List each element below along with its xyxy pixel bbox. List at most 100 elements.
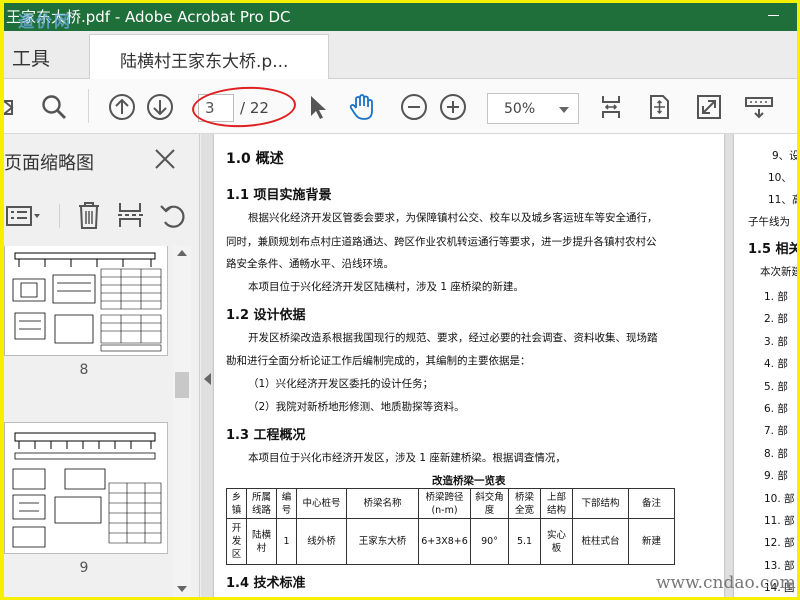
next-page-list-item: 9. 部 [764, 470, 788, 483]
next-page-list-item: 3. 部 [764, 335, 788, 348]
fit-width-icon[interactable] [596, 92, 626, 122]
next-page-list-item: 10. 部 [764, 492, 795, 505]
panel-separator [59, 204, 60, 228]
toolbar-separator [88, 89, 89, 123]
next-page-list-item: 11. 部 [764, 515, 795, 527]
next-page-list-item: 2. 部 [764, 313, 788, 326]
table-row: 开发区 陆横村 1 线外桥 王家东大桥 6+3X8+6 90° 5.1 实心板 … [226, 518, 675, 565]
pdf-page: 1.0 概述 1.1 项目实施背景 根据兴化经济开发区管委会要求，为保障镇村公交… [214, 134, 724, 597]
table-cell: 线外桥 [296, 518, 347, 565]
thumbnail-panel: 页面缩略图 8 9 [4, 134, 200, 597]
next-page-list-item: 7. 部 [764, 425, 788, 438]
options-menu-icon[interactable] [6, 202, 44, 230]
table-header-cell: 桥梁跨径(n-m) [418, 488, 471, 519]
zoom-out-icon[interactable] [399, 92, 429, 122]
table-header-cell: 中心桩号 [296, 488, 347, 519]
zoom-select[interactable]: 50% [487, 93, 579, 124]
minimize-button[interactable] [768, 15, 779, 16]
table-cell: 6+3X8+6 [418, 518, 471, 565]
pdf-page-next: 9、设 10、 11、高 子午线为 1.5 相关 本次新建 1. 部 2. 部 3.… [734, 134, 797, 597]
section-heading: 1.1 项目实施背景 [226, 188, 332, 203]
table-cell: 陆横村 [246, 518, 277, 565]
next-page-list-item: 12. 部 [764, 537, 795, 550]
table-header-cell: 桥梁名称 [346, 488, 419, 519]
next-page-item: 9、设 [772, 150, 797, 162]
next-page-list-item: 5. 部 [764, 380, 788, 393]
next-page-text: 本次新建 [760, 266, 797, 278]
next-page-item: 11、高 [768, 194, 797, 206]
zoom-value: 50% [504, 101, 536, 117]
zoom-in-icon[interactable] [438, 92, 468, 122]
paragraph-line: 本项目位于兴化经济开发区陆横村，涉及 1 座桥梁的新建。 [248, 281, 524, 293]
list-item: （1）兴化经济开发区委托的设计任务； [248, 378, 434, 390]
next-page-list-item: 4. 部 [764, 358, 788, 371]
table-title: 改造桥梁一览表 [432, 475, 506, 487]
next-page-list-item: 6. 部 [764, 403, 788, 415]
watermark-logo: 造价网 [18, 12, 73, 31]
tab-bar: 工具 陆横村王家东大桥.p... [4, 31, 797, 80]
next-page-list-item: 1. 部 [764, 291, 788, 303]
list-item: （2）我院对新桥地形修测、地质勘探等资料。 [248, 401, 465, 413]
scrollbar-thumb[interactable] [175, 372, 189, 398]
next-page-heading: 1.5 相关 [748, 242, 797, 257]
scroll-down-icon[interactable] [177, 586, 187, 592]
table-header-cell: 所属线路 [246, 488, 277, 519]
section-heading: 1.3 工程概况 [226, 428, 306, 443]
table-header-cell: 编号 [276, 488, 297, 519]
paragraph-line: 路安全条件、通畅水平、沿线环境。 [226, 258, 394, 270]
table-header-cell: 下部结构 [572, 488, 629, 519]
fit-page-icon[interactable] [644, 92, 674, 122]
panel-title: 页面缩略图 [4, 153, 94, 174]
table-cell: 实心板 [540, 518, 573, 565]
delete-icon[interactable] [76, 200, 102, 230]
page-down-icon[interactable] [145, 92, 175, 122]
scroll-up-icon[interactable] [177, 250, 187, 256]
thumbnail-drawing [12, 252, 162, 352]
thumbnail-page-number: 9 [79, 560, 89, 576]
thumbnail-scrollbar[interactable] [173, 246, 191, 597]
table-cell: 90° [470, 518, 509, 565]
print-icon[interactable] [4, 92, 20, 122]
bridge-table: 乡镇 所属线路 编号 中心桩号 桥梁名称 桥梁跨径(n-m) 斜交角度 桥梁全宽… [226, 488, 675, 565]
document-viewer: 1.0 概述 1.1 项目实施背景 根据兴化经济开发区管委会要求，为保障镇村公交… [201, 134, 797, 597]
table-cell: 王家东大桥 [346, 518, 419, 565]
extract-page-icon[interactable] [116, 200, 144, 230]
panel-toolbar [4, 196, 200, 236]
heading-main: 1.0 概述 [226, 151, 284, 167]
title-bar: 王家东大桥.pdf - Adobe Acrobat Pro DC 造价网 [4, 3, 797, 31]
next-page-item: 10、 [768, 172, 792, 184]
thumbnail-page-9[interactable] [4, 422, 168, 554]
table-header-cell: 斜交角度 [470, 488, 509, 519]
table-header-cell: 桥梁全宽 [508, 488, 541, 519]
select-arrow-icon[interactable] [303, 92, 333, 122]
next-page-list-item: 13. 部 [764, 559, 795, 572]
collapse-panel-icon[interactable] [204, 373, 211, 385]
page-up-icon[interactable] [107, 92, 137, 122]
hand-tool-icon[interactable] [347, 92, 377, 122]
app-window: 王家东大桥.pdf - Adobe Acrobat Pro DC 造价网 工具 … [4, 3, 797, 597]
highlight-annotation [191, 84, 297, 130]
table-cell: 桩柱式台 [572, 518, 629, 565]
paragraph-line: 勘和进行全面分析论证工作后编制完成的，其编制的主要依据是： [226, 355, 531, 367]
table-header-cell: 上部结构 [540, 488, 573, 519]
chevron-down-icon [559, 107, 569, 113]
search-icon[interactable] [39, 92, 69, 122]
thumbnail-drawing [12, 432, 162, 548]
table-header-row: 乡镇 所属线路 编号 中心桩号 桥梁名称 桥梁跨径(n-m) 斜交角度 桥梁全宽… [226, 488, 675, 519]
toolbar: / 22 50% [4, 79, 797, 134]
table-cell: 5.1 [508, 518, 541, 565]
thumbnail-page-8[interactable] [4, 246, 168, 356]
table-cell: 开发区 [226, 518, 247, 565]
close-icon[interactable] [154, 148, 176, 170]
tab-document-label: 陆横村王家东大桥.p... [120, 52, 289, 72]
tab-tools[interactable]: 工具 [12, 44, 50, 71]
next-page-text: 子午线为 [748, 216, 790, 228]
table-header-cell: 备注 [628, 488, 675, 519]
tab-document[interactable]: 陆横村王家东大桥.p... [89, 34, 329, 80]
rotate-icon[interactable] [158, 201, 188, 231]
keyboard-icon[interactable] [744, 92, 774, 122]
section-heading: 1.2 设计依据 [226, 308, 306, 323]
paragraph-line: 开发区桥梁改造系根据我国现行的规范、要求，经过必要的社会调查、资料收集、现场踏 [248, 332, 658, 344]
fullscreen-icon[interactable] [694, 92, 724, 122]
watermark-text: www.cndao.com [656, 573, 796, 593]
